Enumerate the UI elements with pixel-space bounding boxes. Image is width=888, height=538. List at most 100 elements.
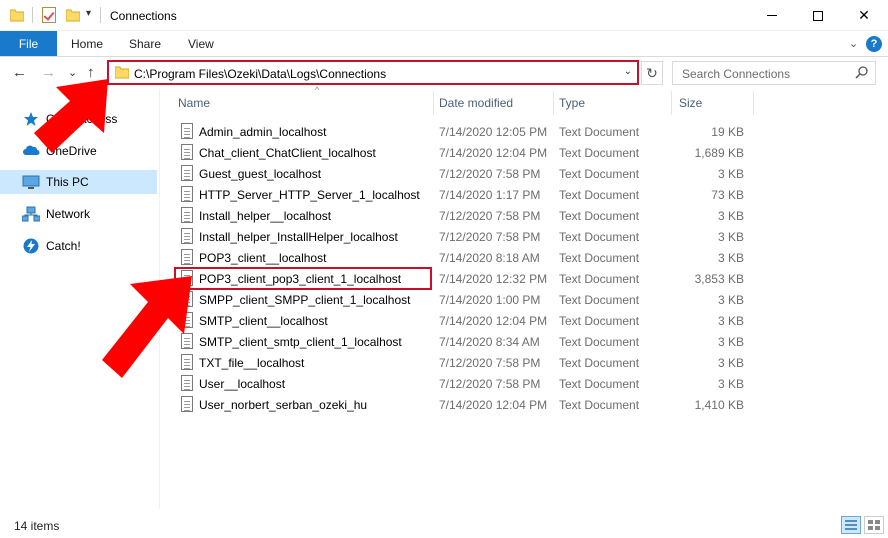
file-size: 19 KB: [711, 125, 744, 139]
large-icons-view-button[interactable]: [864, 516, 884, 534]
file-name: User_norbert_serban_ozeki_hu: [199, 398, 368, 412]
file-size: 1,410 KB: [694, 398, 744, 412]
sidebar-item-label: Catch!: [46, 239, 81, 253]
address-bar[interactable]: C:\Program Files\Ozeki\Data\Logs\Connect…: [107, 60, 639, 85]
help-icon[interactable]: ?: [866, 36, 882, 52]
file-row[interactable]: User_norbert_serban_ozeki_hu 7/14/2020 12…: [176, 394, 756, 415]
file-size: 3 KB: [717, 356, 744, 370]
sidebar-item-network[interactable]: Network: [0, 202, 157, 226]
file-date: 7/14/2020 1:17 PM: [439, 188, 541, 202]
file-date: 7/14/2020 12:32 PM: [439, 272, 548, 286]
file-row[interactable]: TXT_file__localhost 7/12/2020 7:58 PM Text…: [176, 352, 756, 373]
file-date: 7/14/2020 12:04 PM: [439, 314, 548, 328]
maximize-icon: [813, 10, 823, 21]
file-type: Text Document: [559, 188, 640, 202]
file-name: HTTP_Server_HTTP_Server_1_localhost: [199, 188, 420, 202]
file-date: 7/14/2020 12:05 PM: [439, 125, 548, 139]
column-header-name[interactable]: ^ Name: [177, 85, 433, 117]
file-date: 7/12/2020 7:58 PM: [439, 230, 541, 244]
back-arrow-icon[interactable]: ←: [12, 64, 27, 81]
file-row[interactable]: Install_helper_InstallHelper_localhost 7/…: [176, 226, 756, 247]
refresh-button[interactable]: ↻: [641, 61, 663, 85]
file-size: 3 KB: [717, 377, 744, 391]
new-folder-icon[interactable]: [66, 8, 80, 22]
address-path[interactable]: C:\Program Files\Ozeki\Data\Logs\Connect…: [134, 67, 386, 81]
file-type: Text Document: [559, 230, 640, 244]
search-input[interactable]: Search Connections: [672, 61, 876, 85]
file-row[interactable]: Chat_client_ChatClient_localhost 7/14/202…: [176, 142, 756, 163]
file-date: 7/14/2020 12:04 PM: [439, 146, 548, 160]
minimize-icon: [767, 15, 777, 16]
close-button[interactable]: ✕: [841, 0, 887, 31]
file-size: 3,853 KB: [694, 272, 744, 286]
tab-file[interactable]: File: [0, 31, 57, 56]
file-row[interactable]: Admin_admin_localhost 7/14/2020 12:05 PM T…: [176, 121, 756, 142]
file-date: 7/12/2020 7:58 PM: [439, 167, 541, 181]
file-type: Text Document: [559, 167, 640, 181]
file-date: 7/12/2020 7:58 PM: [439, 377, 541, 391]
column-header-label: Size: [679, 96, 703, 110]
column-divider[interactable]: [671, 91, 672, 115]
file-name: Admin_admin_localhost: [199, 125, 327, 139]
refresh-icon: ↻: [646, 64, 658, 81]
file-name: SMPP_client_SMPP_client_1_localhost: [199, 293, 411, 307]
separator: [32, 7, 33, 23]
sidebar-item-label: This PC: [46, 175, 89, 189]
file-type: Text Document: [559, 377, 640, 391]
file-row[interactable]: SMTP_client_smtp_client_1_localhost 7/14/…: [176, 331, 756, 352]
file-name: POP3_client__localhost: [199, 251, 327, 265]
properties-icon[interactable]: [42, 7, 56, 23]
tab-home[interactable]: Home: [71, 37, 103, 51]
text-document-icon: [181, 228, 193, 244]
column-header-label: Type: [559, 96, 586, 110]
sidebar-item-this-pc[interactable]: This PC: [0, 170, 157, 194]
file-type: Text Document: [559, 272, 640, 286]
file-type: Text Document: [559, 293, 640, 307]
file-row[interactable]: Install_helper__localhost 7/12/2020 7:58 …: [176, 205, 756, 226]
file-row[interactable]: POP3_client__localhost 7/14/2020 8:18 AM T…: [176, 247, 756, 268]
text-document-icon: [181, 249, 193, 265]
file-date: 7/12/2020 7:58 PM: [439, 209, 541, 223]
file-row[interactable]: User__localhost 7/12/2020 7:58 PM Text Doc…: [176, 373, 756, 394]
column-header-label: Date modified: [439, 96, 514, 110]
tab-share[interactable]: Share: [129, 37, 161, 51]
file-name: Chat_client_ChatClient_localhost: [199, 146, 376, 160]
file-name: Install_helper_InstallHelper_localhost: [199, 230, 398, 244]
minimize-button[interactable]: [749, 0, 795, 31]
file-row[interactable]: SMTP_client__localhost 7/14/2020 12:04 PM…: [176, 310, 756, 331]
folder-icon[interactable]: [10, 8, 24, 22]
file-name: Install_helper__localhost: [199, 209, 332, 223]
column-header-size[interactable]: Size: [679, 89, 753, 117]
address-dropdown-icon[interactable]: ⌄: [624, 66, 632, 77]
search-placeholder: Search Connections: [682, 67, 791, 81]
file-date: 7/14/2020 8:34 AM: [439, 335, 540, 349]
status-bar: 14 items: [0, 509, 888, 538]
file-row[interactable]: Guest_guest_localhost 7/12/2020 7:58 PM Te…: [176, 163, 756, 184]
file-size: 3 KB: [717, 335, 744, 349]
ribbon-expand-icon[interactable]: ⌄: [849, 37, 858, 50]
file-name: Guest_guest_localhost: [199, 167, 322, 181]
column-divider[interactable]: [553, 91, 554, 115]
sidebar-item-label: Network: [46, 207, 91, 221]
file-size: 3 KB: [717, 314, 744, 328]
sidebar-item-catch[interactable]: Catch!: [0, 234, 157, 258]
column-divider[interactable]: [433, 91, 434, 115]
file-row[interactable]: HTTP_Server_HTTP_Server_1_localhost 7/14/…: [176, 184, 756, 205]
computer-icon: [22, 175, 40, 189]
column-header-type[interactable]: Type: [559, 89, 671, 117]
network-icon: [22, 206, 40, 222]
maximize-button[interactable]: [795, 0, 841, 31]
tab-view[interactable]: View: [188, 37, 214, 51]
search-icon: [855, 66, 868, 79]
text-document-icon: [181, 123, 193, 139]
sort-ascending-icon: ^: [315, 85, 320, 95]
file-size: 1,689 KB: [694, 146, 744, 160]
file-size: 3 KB: [717, 293, 744, 307]
details-view-button[interactable]: [841, 516, 861, 534]
ribbon-tabs: File Home Share View ⌄ ?: [0, 31, 888, 57]
column-divider[interactable]: [753, 91, 754, 115]
column-header-date[interactable]: Date modified: [439, 89, 553, 117]
quick-access-dropdown-icon[interactable]: ▾: [86, 8, 91, 19]
file-type: Text Document: [559, 398, 640, 412]
file-row[interactable]: SMPP_client_SMPP_client_1_localhost 7/14/…: [176, 289, 756, 310]
